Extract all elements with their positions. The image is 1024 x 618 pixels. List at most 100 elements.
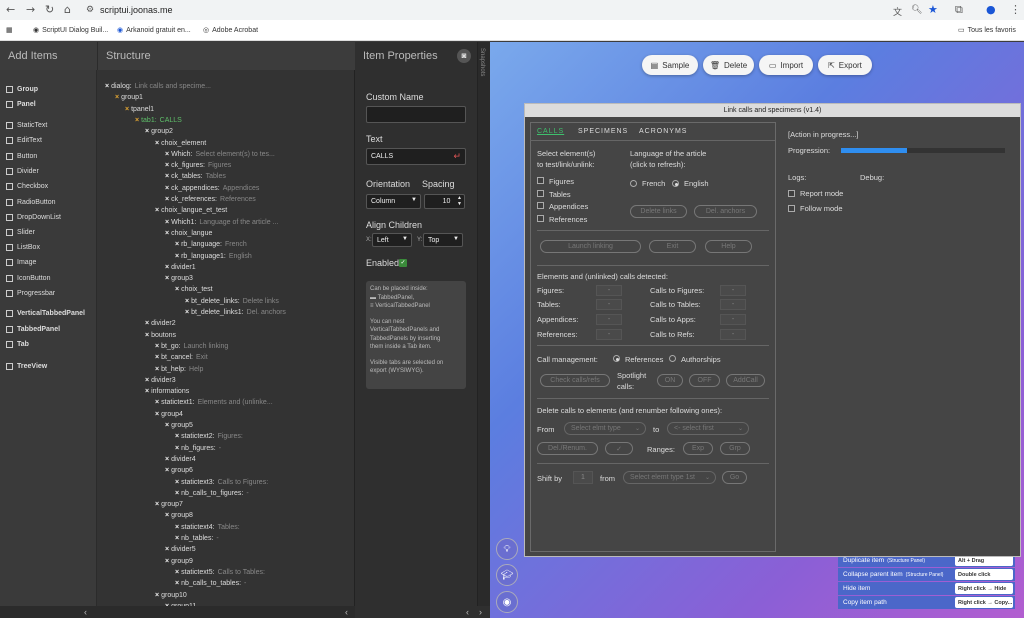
- tree-node[interactable]: × group5: [165, 422, 196, 429]
- add-item-image[interactable]: Image: [6, 259, 36, 266]
- bookmark-scriptui[interactable]: ◉ ScriptUI Dialog Buil...: [33, 26, 108, 35]
- delete-button[interactable]: 🗑︎ Delete: [703, 55, 754, 75]
- tree-node[interactable]: × statictext5: Calls to Tables:: [175, 569, 265, 576]
- add-item-checkbox[interactable]: Checkbox: [6, 183, 48, 190]
- apps-icon[interactable]: ▦: [6, 26, 13, 34]
- remove-icon[interactable]: ×: [155, 207, 159, 214]
- remove-icon[interactable]: ×: [175, 433, 179, 440]
- remove-icon[interactable]: ×: [165, 162, 169, 169]
- delete-links-button[interactable]: Delete links: [630, 205, 687, 218]
- tree-node[interactable]: × divider5: [165, 546, 199, 553]
- remove-icon[interactable]: ×: [165, 456, 169, 463]
- tree-node[interactable]: × boutons: [145, 332, 179, 339]
- tree-node[interactable]: × statictext3: Calls to Figures:: [175, 479, 268, 486]
- add-item-group[interactable]: Group: [6, 86, 38, 93]
- shift-input[interactable]: 1: [573, 471, 593, 484]
- remove-icon[interactable]: ×: [145, 388, 149, 395]
- text-input[interactable]: CALLS ↵: [366, 148, 466, 165]
- add-item-statictext[interactable]: StaticText: [6, 122, 47, 129]
- remove-icon[interactable]: ×: [165, 230, 169, 237]
- snapshots-strip[interactable]: Snapshots: [477, 42, 490, 618]
- help-button[interactable]: Help: [705, 240, 752, 253]
- orientation-select[interactable]: Column ▼: [366, 194, 421, 209]
- add-item-tab[interactable]: Tab: [6, 341, 29, 348]
- all-bookmarks[interactable]: ▭ Tous les favoris: [958, 26, 1016, 35]
- remove-icon[interactable]: ×: [145, 377, 149, 384]
- add-item-progressbar[interactable]: Progressbar: [6, 290, 55, 297]
- add-item-listbox[interactable]: ListBox: [6, 244, 40, 251]
- align-y-select[interactable]: Top ▼: [423, 233, 463, 247]
- tree-node[interactable]: × choix_langue_et_test: [155, 207, 230, 214]
- import-button[interactable]: ▭ Import: [759, 55, 813, 75]
- elmt-type-1st-select[interactable]: Select elemt type 1st ⌄: [623, 471, 716, 484]
- camera-icon[interactable]: ◙: [457, 49, 471, 63]
- chevron-left-icon[interactable]: ‹: [466, 606, 469, 618]
- tree-node[interactable]: × rb_language: French: [175, 241, 247, 248]
- back-icon[interactable]: ←: [6, 3, 15, 16]
- github-icon[interactable]: ◉: [496, 591, 518, 613]
- tree-node[interactable]: × choix_langue: [165, 230, 215, 237]
- zoom-icon[interactable]: 🔍︎: [911, 5, 922, 15]
- remove-icon[interactable]: ×: [155, 366, 159, 373]
- remove-icon[interactable]: ×: [165, 546, 169, 553]
- tree-node[interactable]: × divider1: [165, 264, 199, 271]
- appendices-checkbox[interactable]: [537, 202, 544, 209]
- references-radio[interactable]: [613, 355, 620, 362]
- bookmark-arkanoid[interactable]: ◉ Arkanoid gratuit en...: [117, 26, 191, 35]
- del-anchors-button[interactable]: Del. anchors: [694, 205, 757, 218]
- tree-node[interactable]: × group1: [115, 94, 146, 101]
- report-mode-checkbox[interactable]: [788, 190, 795, 197]
- chevron-right-icon[interactable]: ›: [479, 606, 482, 618]
- tree-node[interactable]: × nb_calls_to_tables: -: [175, 580, 246, 587]
- tree-node[interactable]: × ck_tables: Tables: [165, 173, 226, 180]
- tree-node[interactable]: × divider3: [145, 377, 179, 384]
- tree-node[interactable]: × group6: [165, 467, 196, 474]
- structure-scrollbar[interactable]: ‹ ‹: [0, 606, 355, 618]
- add-item-slider[interactable]: Slider: [6, 229, 35, 236]
- custom-name-input[interactable]: [366, 106, 466, 123]
- exit-button[interactable]: Exit: [649, 240, 696, 253]
- remove-icon[interactable]: ×: [165, 151, 169, 158]
- tree-node[interactable]: × choix_element: [155, 140, 209, 147]
- graduation-cap-icon[interactable]: 🎓︎: [496, 564, 518, 586]
- remove-icon[interactable]: ×: [175, 445, 179, 452]
- tree-node[interactable]: × nb_calls_to_figures: -: [175, 490, 249, 497]
- remove-icon[interactable]: ×: [145, 320, 149, 327]
- tree-node[interactable]: × Which: Select element(s) to tes...: [165, 151, 275, 158]
- tree-node[interactable]: × informations: [145, 388, 192, 395]
- remove-icon[interactable]: ×: [165, 185, 169, 192]
- english-radio[interactable]: [672, 180, 679, 187]
- translate-icon[interactable]: 文: [893, 5, 902, 18]
- remove-icon[interactable]: ×: [165, 275, 169, 282]
- add-item-divider[interactable]: Divider: [6, 168, 39, 175]
- remove-icon[interactable]: ×: [155, 354, 159, 361]
- remove-icon[interactable]: ×: [155, 592, 159, 599]
- tree-node[interactable]: × divider4: [165, 456, 199, 463]
- enabled-checkbox[interactable]: ✓: [399, 259, 407, 267]
- tab-specimens[interactable]: SPECIMENS: [578, 128, 628, 135]
- tree-node[interactable]: × dialog: Link calls and specime...: [105, 83, 211, 90]
- address-bar[interactable]: scriptui.joonas.me: [100, 5, 173, 15]
- confirm-button[interactable]: ✓: [605, 442, 633, 455]
- remove-icon[interactable]: ×: [165, 173, 169, 180]
- del-renum-button[interactable]: Del./Renum.: [537, 442, 598, 455]
- add-item-radiobutton[interactable]: RadioButton: [6, 199, 56, 206]
- reload-icon[interactable]: ↻: [45, 3, 54, 16]
- tree-node[interactable]: × group9: [165, 558, 196, 565]
- menu-icon[interactable]: ⋮: [1010, 3, 1021, 16]
- tree-node[interactable]: × ck_figures: Figures: [165, 162, 231, 169]
- add-item-button[interactable]: Button: [6, 153, 37, 160]
- tree-node[interactable]: × tpanel1: [125, 106, 157, 113]
- remove-icon[interactable]: ×: [175, 286, 179, 293]
- tree-node[interactable]: × rb_language1: English: [175, 253, 252, 260]
- remove-icon[interactable]: ×: [175, 241, 179, 248]
- props-scrollbar[interactable]: ‹ ›: [355, 606, 490, 618]
- remove-icon[interactable]: ×: [165, 219, 169, 226]
- follow-mode-checkbox[interactable]: [788, 205, 795, 212]
- spotlight-on-button[interactable]: ON: [657, 374, 683, 387]
- remove-icon[interactable]: ×: [175, 490, 179, 497]
- forward-icon[interactable]: →: [26, 3, 35, 16]
- remove-icon[interactable]: ×: [175, 253, 179, 260]
- tree-node[interactable]: × nb_tables: -: [175, 535, 219, 542]
- tree-node[interactable]: × bt_delete_links: Delete links: [185, 298, 279, 305]
